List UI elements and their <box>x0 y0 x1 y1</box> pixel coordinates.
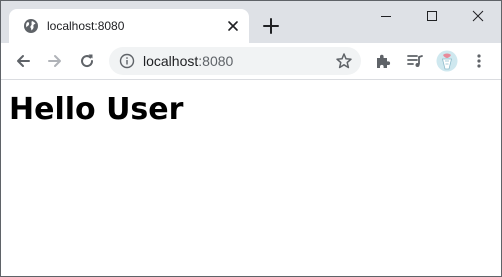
close-icon <box>472 10 484 22</box>
arrow-right-icon <box>48 55 61 67</box>
extensions-button[interactable] <box>369 47 397 75</box>
profile-avatar-button[interactable] <box>433 47 461 75</box>
url-host: localhost <box>143 53 199 69</box>
new-tab-button[interactable] <box>259 14 283 38</box>
minimize-icon <box>381 16 391 17</box>
browser-window: localhost:8080 localhost:8080 Hello User <box>0 0 502 277</box>
back-button[interactable] <box>9 47 37 75</box>
window-close-button[interactable] <box>455 1 501 31</box>
media-control-button[interactable] <box>401 47 429 75</box>
playlist-icon <box>407 55 423 67</box>
tab-strip: localhost:8080 <box>1 1 501 43</box>
page-heading: Hello User <box>9 92 184 127</box>
reload-button[interactable] <box>73 47 101 75</box>
star-icon[interactable] <box>335 52 353 70</box>
info-icon[interactable] <box>119 53 135 69</box>
more-vertical-icon <box>477 54 481 68</box>
maximize-button[interactable] <box>409 1 455 31</box>
puzzle-icon <box>377 54 391 68</box>
url-text[interactable]: localhost:8080 <box>143 53 233 69</box>
reload-icon <box>81 54 94 68</box>
plus-icon <box>263 18 279 34</box>
minimize-button[interactable] <box>363 1 409 31</box>
url-port: :8080 <box>198 53 234 69</box>
tab-localhost[interactable]: localhost:8080 <box>9 9 249 43</box>
arrow-left-icon <box>17 55 30 67</box>
menu-button[interactable] <box>465 47 493 75</box>
address-bar[interactable]: localhost:8080 <box>109 47 361 75</box>
globe-icon <box>23 18 39 34</box>
browser-toolbar: localhost:8080 <box>1 43 501 80</box>
close-icon[interactable] <box>225 18 241 34</box>
maximize-icon <box>427 11 437 21</box>
tab-title: localhost:8080 <box>47 19 125 33</box>
avatar-icon <box>436 50 458 72</box>
page-viewport: Hello User <box>1 80 501 276</box>
forward-button[interactable] <box>41 47 69 75</box>
